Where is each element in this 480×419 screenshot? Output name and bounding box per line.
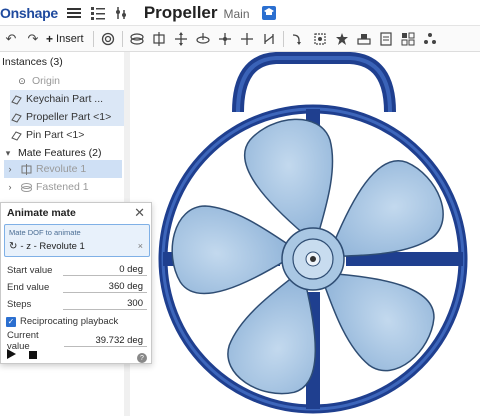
- toolbar-divider: [92, 30, 94, 47]
- dof-value: ↻ - z - Revolute 1: [9, 241, 85, 252]
- cylindrical-mate-icon[interactable]: [214, 28, 236, 50]
- bom-icon[interactable]: [375, 28, 397, 50]
- tree-item-pin[interactable]: Pin Part <1>: [10, 126, 134, 144]
- relation-icon[interactable]: [287, 28, 309, 50]
- clear-selection-icon[interactable]: ×: [138, 241, 143, 251]
- instances-header[interactable]: Instances (3): [2, 53, 126, 71]
- animate-mate-dialog: Animate mate ✕ Mate DOF to animate ↻ - z…: [0, 202, 152, 364]
- circular-pattern-icon[interactable]: [419, 28, 441, 50]
- part-icon: [10, 93, 22, 105]
- revolute-mate-icon: [20, 163, 32, 175]
- planar-mate-icon[interactable]: [192, 28, 214, 50]
- start-value-label: Start value: [7, 264, 53, 276]
- tree-item-label: Propeller Part <1>: [26, 111, 112, 123]
- feature-list-icon[interactable]: [90, 5, 106, 21]
- chevron-right-icon: ›: [8, 164, 12, 174]
- explode-icon[interactable]: [331, 28, 353, 50]
- rotate-icon: ↻: [9, 241, 18, 252]
- replicate-icon[interactable]: [97, 28, 119, 50]
- chevron-down-icon: ▾: [5, 147, 11, 158]
- stop-button[interactable]: [29, 351, 37, 359]
- dialog-title: Animate mate: [7, 207, 76, 219]
- mate-dof-selector[interactable]: Mate DOF to animate ↻ - z - Revolute 1 ×: [4, 224, 150, 257]
- insert-button[interactable]: + Insert: [46, 32, 84, 46]
- reciprocating-checkbox[interactable]: ✓ Reciprocating playback: [6, 316, 118, 327]
- assembly-toolbar: ↶ ↷ + Insert: [0, 26, 480, 52]
- tree-item-label: Origin: [32, 75, 61, 87]
- chevron-right-icon: ›: [8, 182, 12, 192]
- variables-icon[interactable]: [114, 5, 130, 21]
- redo-icon[interactable]: ↷: [22, 28, 44, 50]
- tree-item-keychain[interactable]: Keychain Part ...: [10, 90, 124, 108]
- steps-input[interactable]: 300: [63, 298, 147, 310]
- current-value-field: Current value 39.732 deg: [7, 330, 147, 352]
- tree-item-label: Pin Part <1>: [26, 129, 85, 141]
- pin-slot-mate-icon[interactable]: [236, 28, 258, 50]
- graphics-viewport[interactable]: [131, 52, 480, 416]
- tree-item-label: Keychain Part ...: [26, 93, 104, 105]
- parallel-mate-icon[interactable]: [258, 28, 280, 50]
- learning-center-icon[interactable]: [261, 5, 276, 20]
- mate-connector-icon[interactable]: [309, 28, 331, 50]
- document-title[interactable]: Propeller: [144, 3, 218, 23]
- end-value-field[interactable]: End value 360 deg: [7, 280, 147, 294]
- revolute-mate-icon[interactable]: [148, 28, 170, 50]
- start-value-input[interactable]: 0 deg: [63, 264, 147, 276]
- tree-item-label: Revolute 1: [36, 163, 87, 175]
- title-bar: Onshape Propeller Main: [0, 0, 480, 26]
- group-icon[interactable]: [353, 28, 375, 50]
- mate-features-label: Mate Features (2): [18, 147, 102, 159]
- help-icon[interactable]: ?: [137, 353, 147, 363]
- tree-item-revolute[interactable]: › Revolute 1: [4, 160, 122, 178]
- insert-label: Insert: [56, 32, 84, 45]
- part-icon: [10, 111, 22, 123]
- toolbar-divider: [121, 30, 123, 47]
- end-value-input[interactable]: 360 deg: [63, 281, 147, 293]
- start-value-field[interactable]: Start value 0 deg: [7, 263, 147, 277]
- steps-field[interactable]: Steps 300: [7, 297, 147, 311]
- part-icon: [10, 129, 22, 141]
- tree-item-label: Fastened 1: [36, 181, 89, 193]
- play-button[interactable]: [7, 349, 16, 361]
- propeller-model[interactable]: [131, 52, 480, 416]
- origin-icon: ⊙: [18, 75, 26, 86]
- plus-icon: +: [46, 31, 54, 46]
- tree-item-origin[interactable]: ⊙ Origin: [16, 72, 140, 90]
- reciprocating-label: Reciprocating playback: [20, 316, 119, 327]
- slider-mate-icon[interactable]: [170, 28, 192, 50]
- tree-item-propeller[interactable]: Propeller Part <1>: [10, 108, 124, 126]
- tree-item-fastened[interactable]: › Fastened 1: [4, 178, 128, 196]
- fastened-mate-icon: [20, 181, 32, 193]
- dof-value-text: - z - Revolute 1: [20, 241, 85, 252]
- steps-label: Steps: [7, 298, 32, 310]
- checkbox-checked-icon[interactable]: ✓: [6, 316, 16, 327]
- dof-label: Mate DOF to animate: [9, 228, 81, 237]
- current-value-readout: 39.732 deg: [63, 335, 147, 347]
- undo-icon[interactable]: ↶: [0, 28, 22, 50]
- app-logo[interactable]: Onshape: [0, 5, 58, 21]
- end-value-label: End value: [7, 281, 50, 293]
- toolbar-divider: [282, 30, 284, 47]
- close-icon[interactable]: ✕: [134, 205, 145, 221]
- menu-icon[interactable]: [66, 5, 82, 21]
- fastened-mate-icon[interactable]: [126, 28, 148, 50]
- linear-pattern-icon[interactable]: [397, 28, 419, 50]
- instances-header-label: Instances (3): [2, 56, 63, 68]
- branch-name[interactable]: Main: [224, 7, 250, 21]
